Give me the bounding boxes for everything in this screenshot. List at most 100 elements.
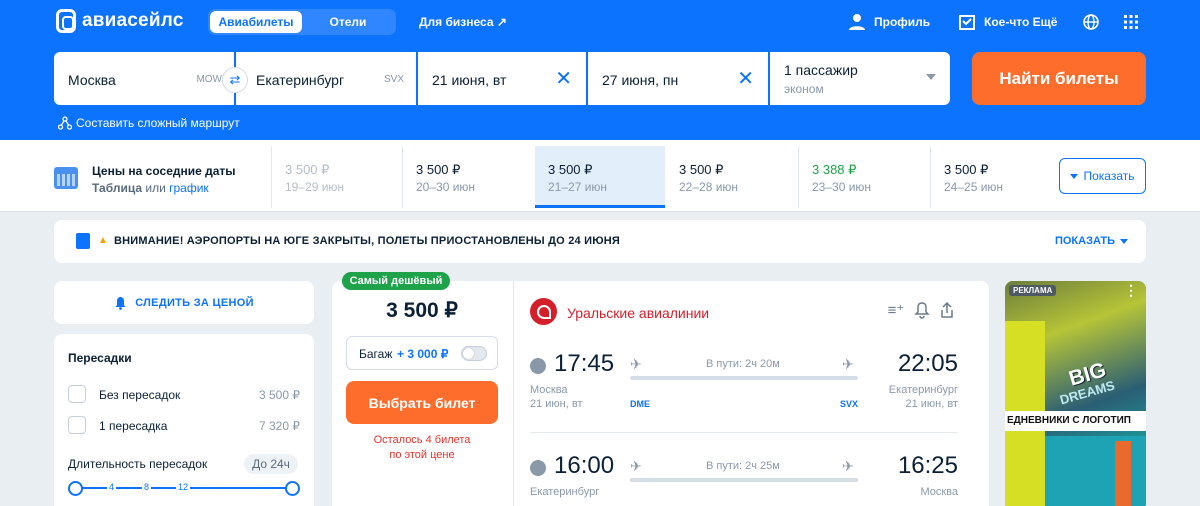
ticket-price: 3 500 ₽ — [386, 299, 458, 322]
depart-date-value: 21 июня, вт — [432, 72, 507, 88]
ad-pen — [1115, 441, 1131, 506]
depart-date-field[interactable]: 21 июня, вт ✕ — [418, 52, 586, 105]
departure-date: 21 июн, вт — [530, 398, 583, 410]
user-icon — [849, 14, 865, 30]
logo[interactable]: авиасейлс — [56, 9, 184, 33]
date-cell-price: 3 500 ₽ — [416, 162, 461, 177]
date-cell[interactable]: 3 500 ₽ 19–29 июн — [271, 146, 401, 208]
globe-icon[interactable] — [1082, 13, 1100, 31]
slider-tick: 12 — [176, 482, 191, 492]
date-cell[interactable]: 3 388 ₽ 23–30 июн — [798, 146, 928, 208]
duration-title: Длительность пересадок — [68, 457, 208, 471]
nearby-dates-title: Цены на соседние даты — [92, 164, 236, 178]
product-tabs: Авиабилеты Отели — [208, 9, 396, 35]
more-options-icon[interactable]: ⋮ — [1124, 283, 1138, 297]
date-cell-range: 23–30 июн — [812, 180, 872, 194]
takeoff-icon: ✈ — [630, 458, 642, 474]
share-icon[interactable] — [938, 301, 956, 321]
arrival-date: 21 июн, вт — [905, 398, 958, 410]
clock-icon — [530, 460, 546, 476]
segment-divider — [530, 432, 958, 433]
filter-option[interactable]: 1 пересадка 7 320 ₽ — [68, 416, 300, 436]
alert-text: ВНИМАНИЕ! АЭРОПОРТЫ НА ЮГЕ ЗАКРЫТЫ, ПОЛЕ… — [114, 235, 620, 247]
clear-return-icon[interactable]: ✕ — [737, 69, 754, 89]
checkbox[interactable] — [68, 385, 86, 403]
arrival-time: 22:05 — [897, 350, 958, 377]
filter-option-price: 7 320 ₽ — [259, 419, 300, 433]
bell-icon[interactable] — [913, 301, 931, 321]
or-text: или — [145, 181, 166, 195]
filter-option-label: Без пересадок — [99, 388, 181, 402]
date-cell-range: 19–29 июн — [285, 180, 345, 194]
alert-show-button[interactable]: ПОКАЗАТЬ — [1055, 235, 1128, 247]
return-date-field[interactable]: 27 июня, пн ✕ — [588, 52, 768, 105]
document-icon — [76, 233, 90, 249]
apps-grid-icon[interactable] — [1122, 13, 1140, 31]
duration-slider[interactable]: 4 8 12 — [68, 481, 300, 496]
destination-value: Екатеринбург — [256, 72, 345, 88]
baggage-toggle-row[interactable]: Багаж + 3 000 ₽ — [346, 336, 498, 370]
checkbox[interactable] — [68, 416, 86, 434]
date-cell-selected[interactable]: 3 500 ₽ 21–27 июн — [535, 146, 665, 208]
track-price-button[interactable]: СЛЕДИТЬ ЗА ЦЕНОЙ — [54, 281, 314, 324]
profile-label: Профиль — [874, 15, 931, 29]
business-link[interactable]: Для бизнеса ↗ — [419, 15, 507, 29]
date-cell-range: 21–27 июн — [548, 180, 608, 194]
find-tickets-button[interactable]: Найти билеты — [972, 52, 1146, 105]
baggage-label: Багаж — [359, 347, 393, 361]
origin-field[interactable]: Москва MOW — [54, 52, 234, 105]
passengers-value: 1 пассажир — [784, 62, 858, 78]
date-cell-price: 3 500 ₽ — [944, 162, 989, 177]
departure-city: Москва — [530, 384, 568, 396]
filter-option[interactable]: Без пересадок 3 500 ₽ — [68, 385, 300, 405]
destination-field[interactable]: Екатеринбург SVX — [236, 52, 416, 105]
nearby-dates-sub: Таблица или график — [92, 181, 209, 195]
chart-link[interactable]: график — [169, 181, 209, 195]
duration-value: До 24ч — [244, 454, 298, 474]
ad-tag: РЕКЛАМА — [1009, 285, 1057, 296]
date-cell-range: 24–25 июн — [944, 180, 1004, 194]
choose-ticket-button[interactable]: Выбрать билет — [346, 381, 498, 424]
filter-option-label: 1 пересадка — [99, 419, 168, 433]
date-cell[interactable]: 3 500 ₽ 24–25 июн — [930, 146, 1050, 208]
ad-strip-text: ЕДНЕВНИКИ С ЛОГОТИП — [1005, 411, 1146, 431]
swap-icon: ⇄ — [229, 72, 241, 87]
complex-route-link[interactable]: Составить сложный маршрут — [58, 116, 240, 130]
arrival-city: Москва — [920, 486, 958, 498]
arrival-city: Екатеринбург — [888, 384, 958, 396]
flight-duration: В пути: 2ч 25м — [706, 460, 780, 472]
tickets-left-line2: по этой цене — [389, 449, 455, 461]
add-to-list-icon[interactable]: ≡⁺ — [887, 301, 905, 321]
search-form: Москва MOW Екатеринбург SVX 21 июня, вт … — [54, 52, 952, 105]
date-cell[interactable]: 3 500 ₽ 22–28 июн — [666, 146, 796, 208]
tab-flights[interactable]: Авиабилеты — [210, 11, 302, 33]
tab-hotels[interactable]: Отели — [302, 11, 394, 33]
route-bar — [630, 478, 858, 482]
passengers-field[interactable]: 1 пассажир эконом — [770, 52, 950, 105]
baggage-price: + 3 000 ₽ — [397, 347, 449, 361]
slider-handle-max[interactable] — [285, 481, 300, 496]
warning-icon: ▲ — [98, 235, 108, 246]
bell-icon — [115, 296, 126, 310]
ad-banner[interactable]: РЕКЛАМА ⋮ BIG DREAMS ЕДНЕВНИКИ С ЛОГОТИП — [1005, 281, 1146, 506]
destination-code: SVX — [383, 74, 404, 85]
show-dates-button[interactable]: Показать — [1059, 158, 1146, 194]
takeoff-icon: ✈ — [630, 356, 642, 372]
baggage-toggle[interactable] — [461, 346, 487, 361]
date-cell-price: 3 500 ₽ — [548, 162, 593, 177]
date-cell[interactable]: 3 500 ₽ 20–30 июн — [402, 146, 532, 208]
filters-panel: Пересадки Без пересадок 3 500 ₽ 1 переса… — [54, 334, 314, 506]
clear-depart-icon[interactable]: ✕ — [555, 69, 572, 89]
extra-link[interactable]: Кое-что Ещё — [958, 13, 1057, 31]
transfers-title: Пересадки — [68, 351, 132, 365]
slider-handle-min[interactable] — [68, 481, 83, 496]
origin-code: MOW — [196, 74, 222, 85]
table-link[interactable]: Таблица — [92, 181, 142, 195]
profile-link[interactable]: Профиль — [848, 13, 930, 31]
arrival-iata: SVX — [840, 399, 859, 409]
divider — [513, 281, 514, 506]
route-bar — [630, 376, 858, 380]
swap-cities-button[interactable]: ⇄ — [222, 67, 248, 93]
class-value: эконом — [784, 82, 824, 96]
date-cell-range: 20–30 июн — [416, 180, 476, 194]
